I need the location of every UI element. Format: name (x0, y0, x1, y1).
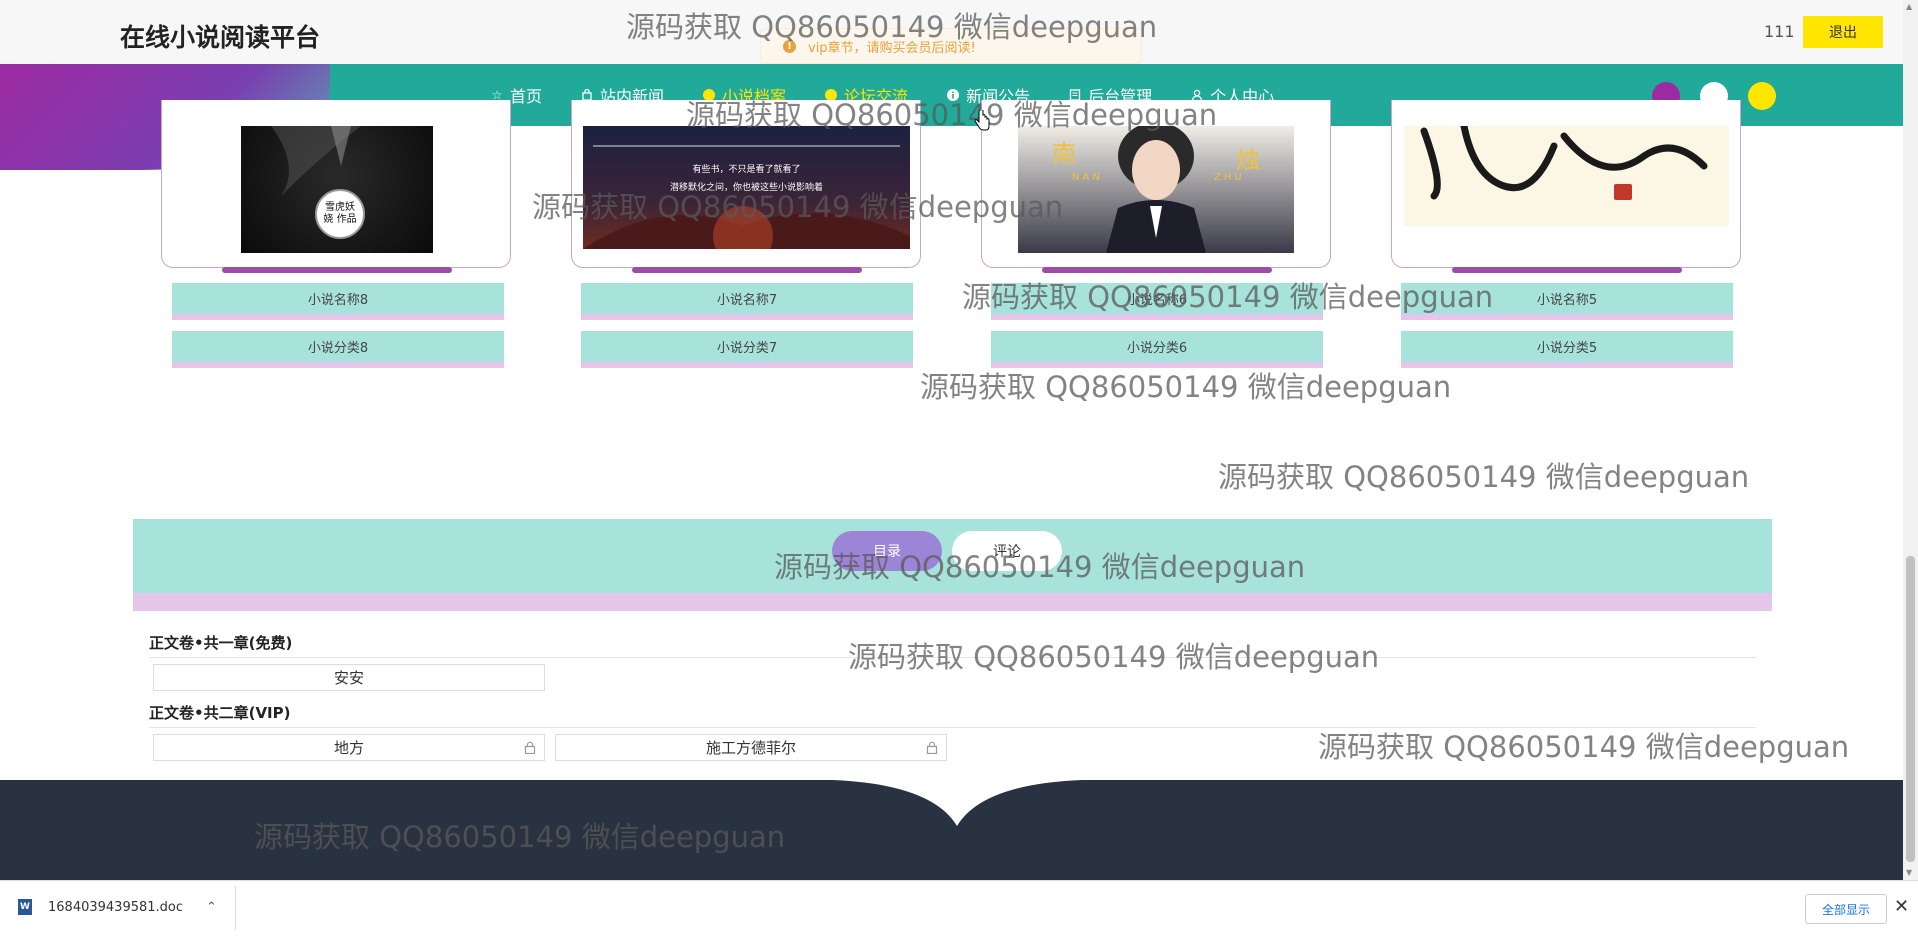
download-bar (0, 880, 1918, 936)
footer-notch (832, 780, 1082, 826)
download-divider (235, 886, 236, 930)
card-accent (1042, 267, 1272, 273)
lock-icon (524, 741, 536, 754)
cover-pinyin-left: NAN (1072, 172, 1103, 183)
hand-cursor-icon (974, 110, 990, 131)
book-name-button[interactable]: 小说名称8 (172, 283, 504, 320)
tabs-panel (133, 519, 1772, 611)
close-icon[interactable]: ✕ (1894, 896, 1909, 917)
word-doc-icon: W (18, 899, 32, 915)
book-cover[interactable]: 有些书，不只是看了就看了 潜移默化之间，你也被这些小说影响着 (583, 126, 910, 249)
book-cover[interactable]: 雪虎妖娆 作品 (241, 126, 433, 253)
chapter-link[interactable]: 安安 (153, 664, 545, 691)
tab-catalog[interactable]: 目录 (832, 531, 942, 571)
book-category-button[interactable]: 小说分类6 (991, 331, 1323, 368)
chapter-link[interactable]: 施工方德菲尔 (555, 734, 947, 761)
book-name-button[interactable]: 小说名称6 (991, 283, 1323, 320)
book-name-button[interactable]: 小说名称7 (581, 283, 913, 320)
username: 111 (1764, 22, 1795, 41)
show-all-button[interactable]: 全部显示 (1805, 894, 1887, 924)
download-item[interactable]: W 1684039439581.doc (18, 899, 183, 915)
chapter-name: 安安 (333, 669, 364, 687)
watermark-text: 源码获取 QQ86050149 微信deepguan (1218, 460, 1750, 494)
theme-yellow-dot[interactable] (1748, 82, 1776, 110)
logout-button[interactable]: 退出 (1803, 16, 1883, 48)
chapter-name: 地方 (333, 739, 364, 757)
book-cover[interactable] (1404, 126, 1729, 226)
watermark-text: 源码获取 QQ86050149 微信deepguan (1318, 730, 1850, 764)
cover-badge-text: 雪虎妖娆 作品 (323, 202, 357, 225)
chapter-name: 施工方德菲尔 (705, 739, 796, 757)
card-accent (1452, 267, 1682, 273)
chapter-link[interactable]: 地方 (153, 734, 545, 761)
cover-line1: 有些书，不只是看了就看了 (692, 165, 801, 175)
watermark-text: 源码获取 QQ86050149 微信deepguan (920, 370, 1452, 404)
scroll-up-icon[interactable]: ▲ (1906, 2, 1912, 11)
cover-title-right: 烛 (1236, 146, 1260, 174)
book-cover[interactable]: 南 烛 NAN ZHU (1018, 126, 1294, 253)
toast-message: vip章节，请购买会员后阅读! (808, 40, 976, 56)
download-file-name: 1684039439581.doc (48, 899, 184, 915)
cover-pinyin-right: ZHU (1214, 172, 1245, 183)
chevron-up-icon[interactable]: ⌃ (206, 900, 217, 915)
site-title: 在线小说阅读平台 (120, 23, 321, 52)
cover-title-left: 南 (1052, 140, 1076, 168)
card-accent (632, 267, 862, 273)
scroll-down-icon[interactable]: ▼ (1906, 868, 1912, 877)
scrollbar-thumb[interactable] (1906, 556, 1915, 862)
book-category-button[interactable]: 小说分类8 (172, 331, 504, 368)
nav-item-label: 首页 (510, 87, 543, 106)
book-name-button[interactable]: 小说名称5 (1401, 283, 1733, 320)
info-icon (946, 88, 960, 102)
cover-line2: 潜移默化之间，你也被这些小说影响着 (669, 183, 823, 193)
volume-title: 正文卷•共一章(免费) (149, 634, 293, 652)
lock-icon (926, 741, 938, 754)
vip-warning-toast: ! vip章节，请购买会员后阅读! (760, 28, 1142, 64)
book-category-button[interactable]: 小说分类7 (581, 331, 913, 368)
volume-title: 正文卷•共二章(VIP) (149, 704, 291, 722)
volume-divider (149, 657, 1756, 658)
book-category-button[interactable]: 小说分类5 (1401, 331, 1733, 368)
card-accent (222, 267, 452, 273)
watermark-text: 源码获取 QQ86050149 微信deepguan (848, 640, 1380, 674)
volume-divider (149, 727, 1756, 728)
warning-icon: ! (783, 39, 796, 53)
tab-comment[interactable]: 评论 (952, 531, 1062, 571)
